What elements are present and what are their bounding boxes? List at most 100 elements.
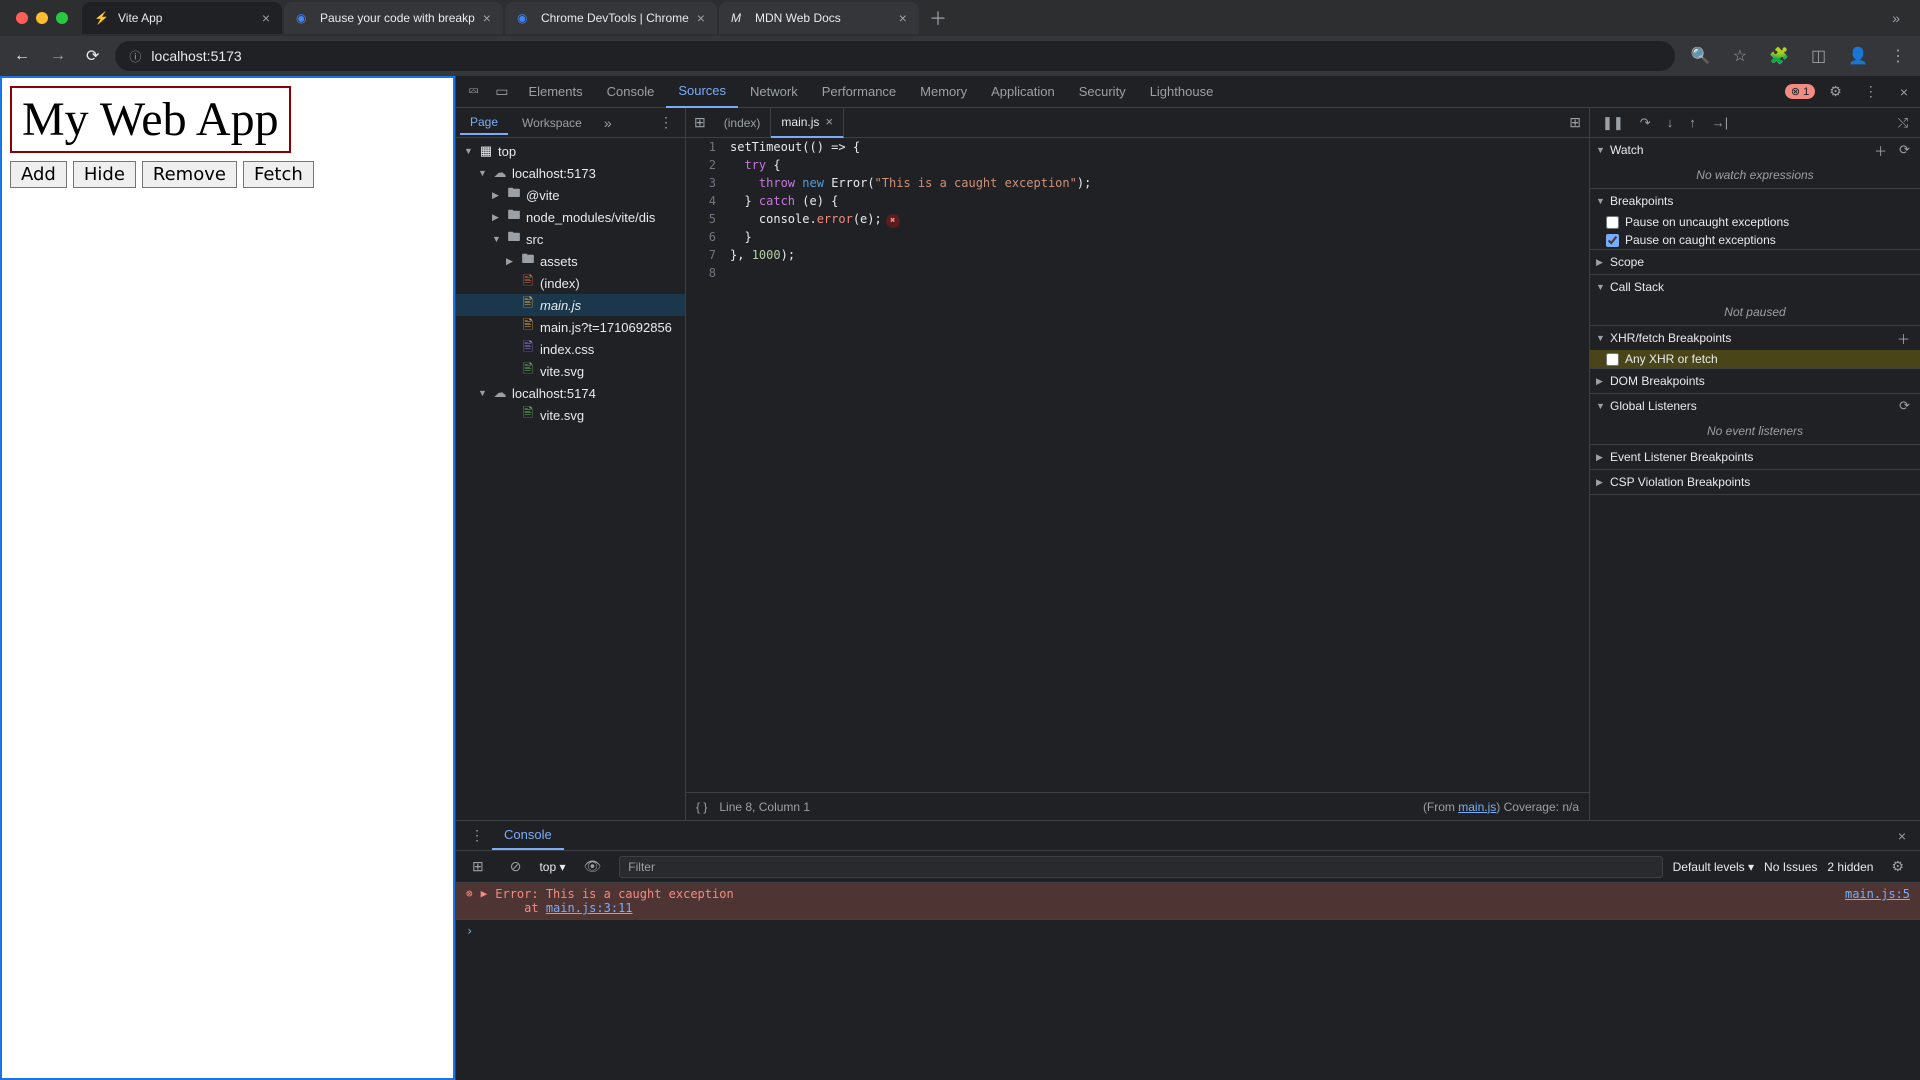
expand-error-icon[interactable]: ▶ (481, 887, 488, 915)
forward-button[interactable]: → (46, 43, 70, 69)
add-button[interactable]: Add (10, 161, 67, 188)
tab-console[interactable]: Console (595, 76, 667, 108)
minimize-window[interactable] (36, 12, 48, 24)
global-listeners-header[interactable]: ▼Global Listeners⟳ (1590, 394, 1920, 418)
tree-file-index-css[interactable]: 🖹index.css (456, 338, 685, 360)
console-filter-input[interactable] (619, 856, 1662, 878)
scope-section-header[interactable]: ▶Scope (1590, 250, 1920, 274)
site-info-icon[interactable]: ⓘ (129, 48, 141, 65)
tab-elements[interactable]: Elements (516, 76, 594, 108)
browser-tab-3[interactable]: M MDN Web Docs × (719, 2, 919, 34)
device-toolbar-icon[interactable]: ▭ (487, 77, 516, 106)
inline-error-icon[interactable]: ✖ (886, 214, 900, 228)
refresh-listeners-icon[interactable]: ⟳ (1895, 396, 1914, 416)
watch-section-header[interactable]: ▼Watch＋⟳ (1590, 138, 1920, 162)
console-prompt[interactable]: › (456, 920, 1920, 942)
profile-icon[interactable]: 👤 (1844, 42, 1872, 70)
close-tab-icon[interactable]: × (697, 10, 705, 26)
clear-console-icon[interactable]: ⊘ (502, 852, 530, 881)
inspect-element-icon[interactable]: ⮹ (460, 77, 487, 106)
tree-folder-vite[interactable]: ▶🖿@vite (456, 184, 685, 206)
editor-tab-index[interactable]: (index) (714, 108, 772, 138)
error-source-link[interactable]: main.js:5 (1845, 887, 1910, 915)
deactivate-breakpoints-icon[interactable]: ⤭ (1892, 111, 1914, 135)
tree-folder-assets[interactable]: ▶🖿assets (456, 250, 685, 272)
tab-overflow-icon[interactable]: » (1880, 10, 1912, 26)
browser-tab-1[interactable]: ◉ Pause your code with breakp × (284, 2, 503, 34)
close-drawer-icon[interactable]: × (1890, 822, 1914, 850)
nav-overflow-icon[interactable]: » (596, 109, 620, 137)
step-over-icon[interactable]: ↷ (1634, 111, 1657, 135)
log-levels-selector[interactable]: Default levels ▾ (1673, 860, 1754, 874)
close-tab-icon[interactable]: × (483, 10, 491, 26)
hide-button[interactable]: Hide (73, 161, 136, 188)
extensions-icon[interactable]: 🧩 (1765, 42, 1793, 70)
pause-caught-row[interactable]: Pause on caught exceptions (1590, 231, 1920, 249)
reload-button[interactable]: ⟳ (82, 42, 103, 70)
tab-performance[interactable]: Performance (810, 76, 908, 108)
maximize-window[interactable] (56, 12, 68, 24)
editor-tab-main-js[interactable]: main.js× (771, 108, 844, 138)
fetch-button[interactable]: Fetch (243, 161, 314, 188)
new-tab-button[interactable]: ＋ (921, 5, 955, 31)
dom-breakpoints-header[interactable]: ▶DOM Breakpoints (1590, 369, 1920, 393)
tab-lighthouse[interactable]: Lighthouse (1138, 76, 1226, 108)
step-icon[interactable]: →| (1706, 111, 1734, 134)
nav-tab-page[interactable]: Page (460, 111, 508, 135)
pause-button[interactable]: ❚❚ (1596, 111, 1630, 135)
url-bar[interactable]: ⓘ localhost:5173 (115, 41, 1674, 71)
add-watch-icon[interactable]: ＋ (1870, 139, 1891, 162)
tree-folder-src[interactable]: ▼🖿src (456, 228, 685, 250)
pretty-print-icon[interactable]: { } (696, 800, 707, 814)
tab-sources[interactable]: Sources (666, 76, 738, 108)
tree-top[interactable]: ▼▦top (456, 140, 685, 162)
tree-folder-node-modules[interactable]: ▶🖿node_modules/vite/dis (456, 206, 685, 228)
tab-network[interactable]: Network (738, 76, 810, 108)
settings-icon[interactable]: ⚙ (1821, 77, 1850, 106)
refresh-watch-icon[interactable]: ⟳ (1895, 140, 1914, 160)
close-window[interactable] (16, 12, 28, 24)
code-editor[interactable]: 12345678 setTimeout(() => { try { throw … (686, 138, 1589, 792)
breakpoints-section-header[interactable]: ▼Breakpoints (1590, 189, 1920, 213)
xhr-section-header[interactable]: ▼XHR/fetch Breakpoints＋ (1590, 326, 1920, 350)
console-error-message[interactable]: ⊗ ▶ Error: This is a caught exception at… (456, 883, 1920, 920)
more-icon[interactable]: ⋮ (1856, 77, 1886, 106)
nav-more-icon[interactable]: ⋮ (651, 108, 681, 137)
nav-tab-workspace[interactable]: Workspace (512, 112, 592, 134)
csp-breakpoints-header[interactable]: ▶CSP Violation Breakpoints (1590, 470, 1920, 494)
tab-security[interactable]: Security (1067, 76, 1138, 108)
stack-link[interactable]: main.js:3:11 (546, 901, 633, 915)
close-tab-icon[interactable]: × (899, 10, 907, 26)
toggle-debugger-icon[interactable]: ⊞ (1561, 108, 1589, 137)
add-xhr-breakpoint-icon[interactable]: ＋ (1893, 327, 1914, 350)
close-editor-tab-icon[interactable]: × (825, 114, 833, 129)
error-count-badge[interactable]: 1 (1785, 84, 1815, 99)
drawer-tab-console[interactable]: Console (492, 821, 564, 850)
context-selector[interactable]: top ▾ (539, 860, 565, 874)
callstack-section-header[interactable]: ▼Call Stack (1590, 275, 1920, 299)
sidepanel-icon[interactable]: ◫ (1807, 42, 1830, 70)
issues-label[interactable]: No Issues (1764, 860, 1817, 874)
back-button[interactable]: ← (10, 43, 34, 69)
close-tab-icon[interactable]: × (262, 10, 270, 26)
tab-application[interactable]: Application (979, 76, 1067, 108)
pause-uncaught-checkbox[interactable] (1606, 216, 1619, 229)
any-xhr-checkbox[interactable] (1606, 353, 1619, 366)
tree-host-5173[interactable]: ▼☁localhost:5173 (456, 162, 685, 184)
step-into-icon[interactable]: ↓ (1661, 111, 1680, 134)
console-more-icon[interactable]: ⋮ (462, 821, 492, 850)
pause-uncaught-row[interactable]: Pause on uncaught exceptions (1590, 213, 1920, 231)
tree-host-5174[interactable]: ▼☁localhost:5174 (456, 382, 685, 404)
tree-file-vite-svg-2[interactable]: 🖹vite.svg (456, 404, 685, 426)
pause-caught-checkbox[interactable] (1606, 234, 1619, 247)
toggle-console-sidebar-icon[interactable]: ⊞ (464, 852, 492, 881)
close-devtools-icon[interactable]: × (1892, 78, 1916, 106)
zoom-icon[interactable]: 🔍 (1687, 42, 1715, 70)
step-out-icon[interactable]: ↑ (1683, 111, 1702, 134)
hidden-label[interactable]: 2 hidden (1827, 860, 1873, 874)
bookmark-icon[interactable]: ☆ (1729, 42, 1751, 70)
tree-file-main-js-q[interactable]: 🖹main.js?t=1710692856 (456, 316, 685, 338)
toggle-navigator-icon[interactable]: ⊞ (686, 108, 714, 137)
source-link[interactable]: main.js (1458, 800, 1496, 814)
any-xhr-row[interactable]: Any XHR or fetch (1590, 350, 1920, 368)
